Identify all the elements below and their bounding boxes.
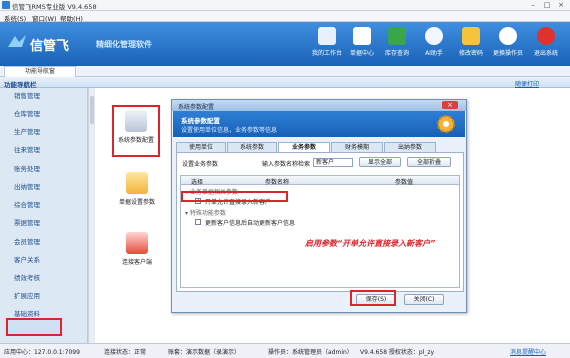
sidebar-item-general[interactable]: 综合管理: [14, 199, 76, 209]
app-title: 信管飞RMS专业版 V9.4.658: [12, 3, 97, 11]
toolbar-label: 退出系统: [533, 50, 558, 57]
col-select: 选择: [191, 179, 204, 186]
toolbar-exit-button[interactable]: 退出系统: [528, 25, 564, 65]
minimize-icon[interactable]: –: [526, 1, 540, 10]
sidebar-item-crm[interactable]: 客户关系: [14, 254, 76, 264]
document-settings-icon: [126, 172, 148, 194]
document-params-label: 单据设置参数: [118, 199, 155, 206]
sidebar-item-production[interactable]: 生产管理: [14, 126, 76, 136]
sidebar-item-performance[interactable]: 绩效考核: [14, 272, 76, 282]
status-connection: 连接状态：正常: [104, 349, 147, 356]
toolbar-label: 更换操作员: [492, 50, 523, 57]
show-all-button[interactable]: 显示全部: [359, 157, 401, 167]
nav-tab-strip: [0, 66, 570, 77]
close-button[interactable]: 关闭(C): [404, 294, 444, 305]
row2-name: 更新客户信息后自动更新客户信息: [205, 220, 296, 227]
col-value: 参数值: [395, 179, 414, 186]
toolbar-documents-button[interactable]: 单据中心: [344, 25, 380, 65]
sidebar: 销售管理 仓库管理 生产管理 往来管理 账务处理 出纳管理 综合管理 票据管理 …: [0, 88, 88, 343]
dialog-banner: 系统参数配置 设置使用单位信息，业务参数等信息: [173, 111, 465, 137]
logo-text: 信管飞: [30, 39, 70, 54]
toolbar-label: AI助手: [425, 50, 443, 57]
dialog-banner-subtitle: 设置使用单位信息，业务参数等信息: [181, 127, 278, 134]
client-connect-icon: [126, 232, 148, 254]
collapse-all-button[interactable]: 全部折叠: [407, 157, 451, 167]
tab-system-params[interactable]: 系统参数: [227, 142, 277, 152]
status-bar: 应用中心：127.0.0.1:7099 连接状态：正常 账套：演示数据（录演示）…: [0, 343, 570, 358]
message-center-link[interactable]: 消息提醒中心: [510, 347, 546, 356]
logo-icon: [8, 35, 26, 47]
row-highlight: [181, 191, 288, 202]
dialog-close-icon[interactable]: ×: [442, 101, 458, 109]
system-params-highlight: [112, 105, 160, 157]
menu-bar: 系统(S) 窗口(W) 帮助(H): [0, 11, 570, 23]
monitor-icon: [318, 27, 336, 45]
toolbar-label: 我的工作台: [311, 50, 342, 57]
sidebar-item-accounts[interactable]: 往来管理: [14, 144, 76, 154]
toolbar-label: 修改密码: [458, 50, 483, 57]
user-switch-icon: [499, 27, 517, 45]
status-server: 应用中心：127.0.0.1:7099: [4, 349, 80, 356]
dialog-title: 系统参数配置: [178, 104, 215, 111]
help-icon: [425, 27, 443, 45]
gear-icon: [437, 115, 455, 133]
sidebar-item-finance[interactable]: 账务处理: [14, 163, 76, 173]
sidebar-item-sales[interactable]: 销售管理: [14, 90, 76, 100]
exit-icon: [537, 27, 555, 45]
dialog-banner-title: 系统参数配置: [181, 117, 220, 125]
toolbar-workbench-button[interactable]: 我的工作台: [309, 25, 345, 65]
toolbar-ai-button[interactable]: AI助手: [416, 25, 452, 65]
status-operator: 操作员：系统管理员（admin）: [268, 349, 353, 356]
tab-business-params[interactable]: 业务参数: [278, 142, 330, 152]
toolbar-switch-user-button[interactable]: 更换操作员: [490, 25, 526, 65]
sidebar-item-warehouse[interactable]: 仓库管理: [14, 108, 76, 118]
toolbar-label: 单据中心: [349, 50, 374, 57]
sidebar-item-cashier[interactable]: 出纳管理: [14, 181, 76, 191]
close-icon[interactable]: ×: [554, 1, 568, 10]
nav-header: 功能导航栏 随便打印: [0, 77, 570, 89]
toolbar-label: 库存查询: [384, 50, 409, 57]
setting-label: 设置业务参数: [182, 161, 219, 168]
title-bar: 信管飞RMS专业版 V9.4.658 – □ ×: [0, 0, 570, 11]
scrollbar-thumb[interactable]: [90, 96, 94, 124]
system-params-dialog: 系统参数配置 × 系统参数配置 设置使用单位信息，业务参数等信息 使用单位 系统…: [171, 99, 467, 313]
password-icon: [462, 27, 480, 45]
search-label: 输入参数名称检索: [262, 161, 311, 168]
group-special[interactable]: ▾ 特殊功能参数: [185, 208, 226, 217]
search-input[interactable]: 新客户: [313, 158, 353, 167]
sidebar-item-member[interactable]: 会员管理: [14, 236, 76, 246]
connect-client-label: 连接客户端: [121, 259, 152, 266]
sidebar-item-basics[interactable]: 基础资料: [14, 308, 76, 318]
group-special-label: 特殊功能参数: [189, 210, 226, 217]
toolbar-password-button[interactable]: 修改密码: [453, 25, 489, 65]
slogan: 精细化管理软件: [96, 40, 152, 49]
annotation-text: 启用参数“开单允许直接录入新客户”: [305, 239, 436, 248]
grid-header: 选择 参数名称 参数值: [181, 176, 459, 186]
connect-client-item[interactable]: 连接客户端: [114, 232, 160, 266]
status-account: 账套：演示数据（录演示）: [168, 349, 241, 356]
app-icon: [2, 1, 10, 9]
status-version: V9.4.658 授权状态：pl_zy: [360, 349, 435, 356]
inventory-icon: [388, 27, 406, 45]
col-name: 参数名称: [265, 179, 290, 186]
row2-checkbox[interactable]: [195, 219, 201, 225]
save-button-highlight: [350, 290, 396, 306]
print-link[interactable]: 随便打印: [515, 79, 539, 88]
toolbar-inventory-button[interactable]: 库存查询: [379, 25, 415, 65]
nav-window-tab[interactable]: 功能导航窗: [4, 66, 76, 77]
documents-icon: [353, 27, 371, 45]
tab-company[interactable]: 使用单位: [176, 142, 226, 152]
sidebar-selection-highlight: [6, 318, 62, 336]
tab-finance-period[interactable]: 财务模期: [331, 142, 383, 152]
sidebar-item-invoice[interactable]: 票据管理: [14, 217, 76, 227]
sidebar-scrollbar[interactable]: [88, 88, 94, 343]
tab-cashier-params[interactable]: 出纳参数: [384, 142, 436, 152]
nav-header-title: 功能导航栏: [4, 80, 37, 89]
app-header: 信管飞 精细化管理软件 我的工作台 单据中心 库存查询 AI助手 修改密码 更换…: [0, 22, 570, 66]
document-params-item[interactable]: 单据设置参数: [114, 172, 160, 206]
dialog-title-bar: 系统参数配置 ×: [172, 100, 466, 111]
maximize-icon[interactable]: □: [540, 1, 554, 10]
sidebar-item-extensions[interactable]: 扩展应用: [14, 290, 76, 300]
